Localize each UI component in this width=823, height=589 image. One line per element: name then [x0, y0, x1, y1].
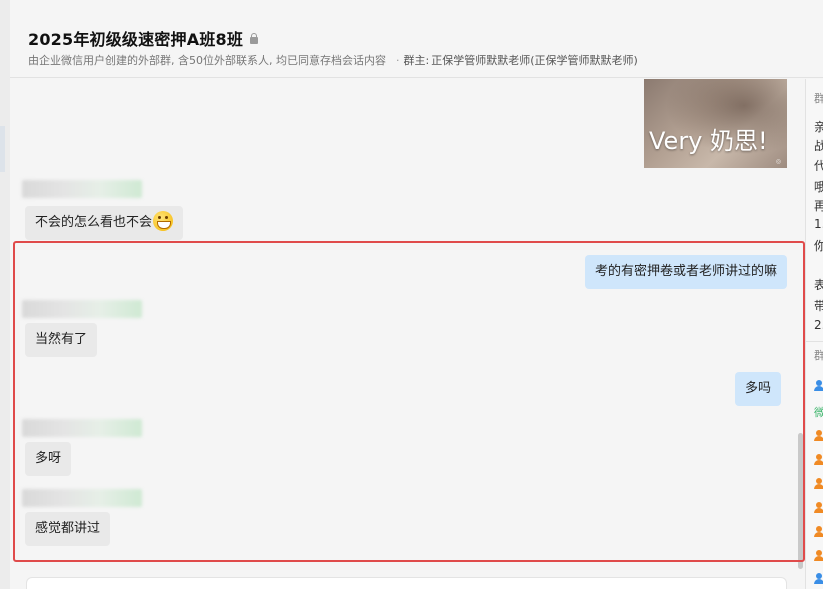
member-icon[interactable]	[814, 430, 823, 441]
member-icon[interactable]	[814, 454, 823, 465]
sidebar-selection-accent	[0, 126, 5, 172]
panel-divider	[806, 341, 823, 342]
notice-line: 1.	[814, 217, 823, 231]
notice-line: 表	[814, 276, 823, 293]
notice-line: 战	[814, 137, 823, 154]
member-wechat-label[interactable]: 微	[814, 404, 823, 420]
group-subtitle: 由企业微信用户创建的外部群, 含50位外部联系人, 均已同意存档会话内容 · 群…	[28, 52, 638, 68]
image-watermark: ◎	[775, 158, 781, 165]
message-text: 多呀	[35, 451, 62, 466]
notice-line: 哦	[814, 178, 823, 195]
message-bubble-incoming[interactable]: 当然有了	[25, 323, 98, 357]
left-sidebar-strip	[0, 0, 10, 589]
message-list[interactable]: Very 奶思! ◎ 不会的怎么看也不会 考的有密押卷或者老师讲过的嘛 当然有了…	[10, 79, 803, 589]
owner-name[interactable]: 正保学管师默默老师(正保学管师默默老师)	[431, 52, 638, 68]
message-text: 考的有密押卷或者老师讲过的嘛	[595, 264, 778, 279]
image-message[interactable]: Very 奶思! ◎	[644, 79, 787, 168]
title-row: 2025年初级级速密押A班8班	[28, 26, 259, 50]
separator-dot: ·	[395, 53, 400, 67]
chat-window: 2025年初级级速密押A班8班 由企业微信用户创建的外部群, 含50位外部联系人…	[0, 0, 823, 589]
notice-line: 你	[814, 237, 823, 254]
chat-scrollbar[interactable]	[798, 433, 803, 569]
member-icon[interactable]	[814, 526, 823, 537]
group-title[interactable]: 2025年初级级速密押A班8班	[28, 26, 243, 50]
member-icon[interactable]	[814, 380, 823, 391]
group-info-panel: 群 亲 战 代 哦 再 1. 你 表 带 2. 群 微	[805, 79, 823, 589]
notice-section-label: 群	[814, 90, 823, 106]
lock-icon	[250, 32, 259, 44]
owner-label: 群主:	[403, 54, 430, 67]
message-bubble-outgoing[interactable]: 考的有密押卷或者老师讲过的嘛	[585, 255, 788, 289]
member-icon[interactable]	[814, 478, 823, 489]
image-caption: Very 奶思!	[649, 127, 768, 155]
message-bubble-outgoing[interactable]: 多吗	[735, 372, 782, 406]
notice-line: 带	[814, 297, 823, 314]
notice-line: 2.	[814, 318, 823, 332]
message-bubble-incoming[interactable]: 感觉都讲过	[25, 512, 111, 546]
message-text: 感觉都讲过	[35, 521, 101, 536]
chat-header: 2025年初级级速密押A班8班 由企业微信用户创建的外部群, 含50位外部联系人…	[10, 0, 823, 78]
member-icon[interactable]	[814, 502, 823, 513]
member-icon[interactable]	[814, 550, 823, 561]
member-icon[interactable]	[814, 573, 823, 584]
message-text: 多吗	[745, 381, 772, 396]
message-text: 不会的怎么看也不会	[35, 215, 153, 230]
grin-emoji-icon	[153, 211, 174, 231]
sender-name-blurred[interactable]	[22, 489, 142, 507]
sender-name-blurred[interactable]	[22, 180, 142, 198]
notice-line: 再	[814, 197, 823, 214]
notice-line: 代	[814, 157, 823, 174]
notice-line: 亲	[814, 118, 823, 135]
message-text: 当然有了	[35, 332, 88, 347]
members-section-label: 群	[814, 347, 823, 363]
group-description: 由企业微信用户创建的外部群, 含50位外部联系人, 均已同意存档会话内容	[28, 54, 386, 67]
message-input[interactable]	[26, 577, 787, 589]
sender-name-blurred[interactable]	[22, 300, 142, 318]
sender-name-blurred[interactable]	[22, 419, 142, 437]
message-bubble-incoming[interactable]: 多呀	[25, 442, 72, 476]
message-bubble-incoming[interactable]: 不会的怎么看也不会	[25, 206, 184, 240]
